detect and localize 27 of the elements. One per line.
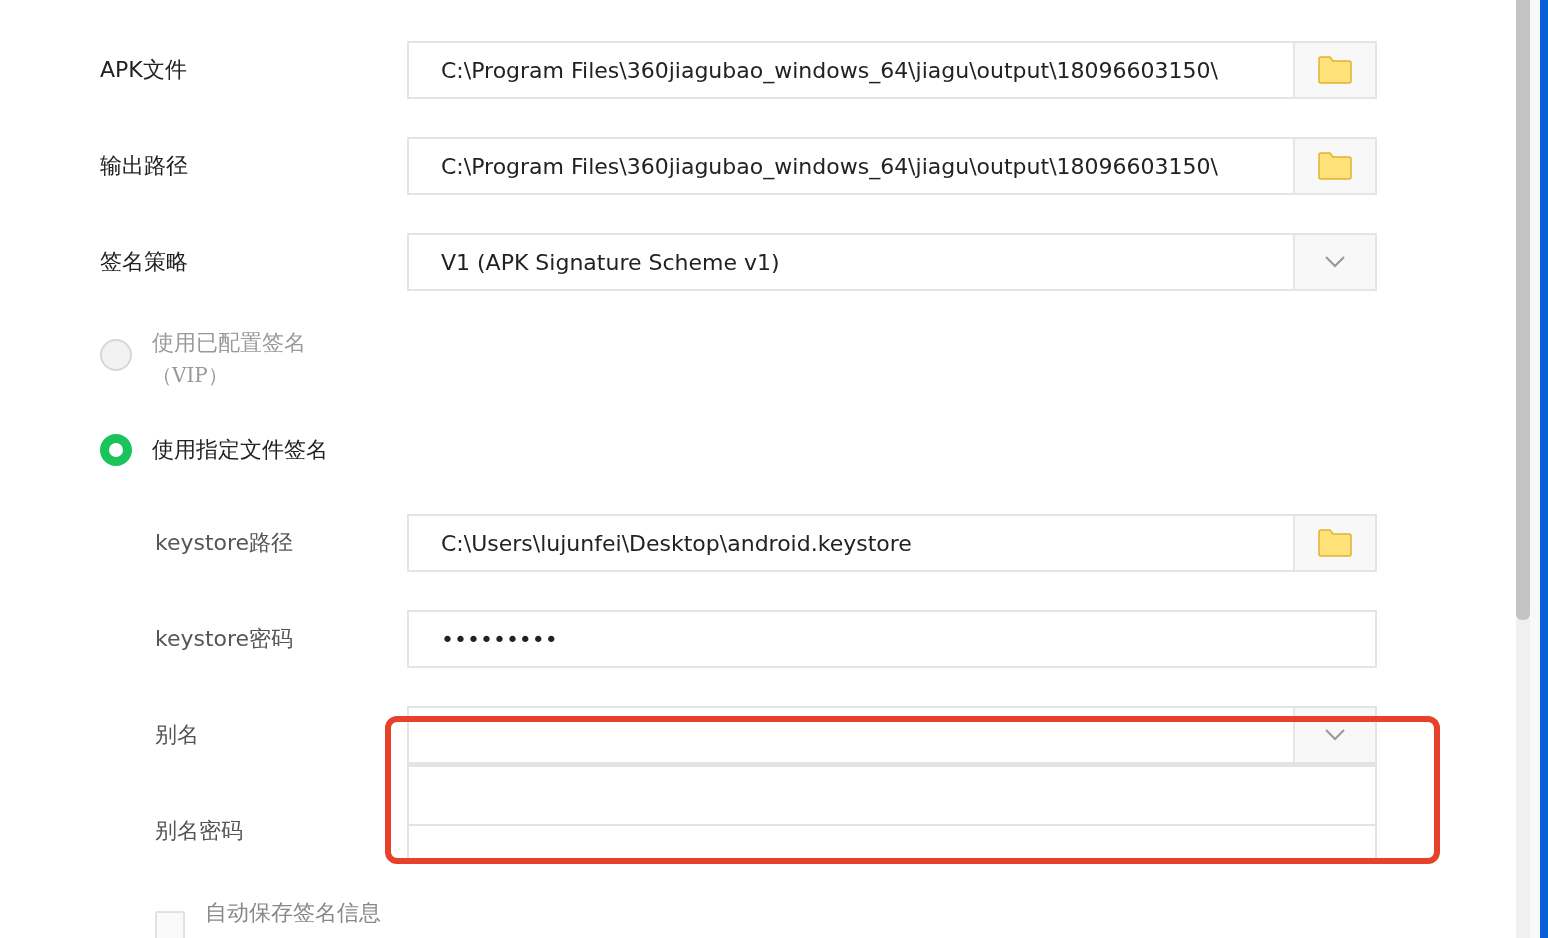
browse-button[interactable] bbox=[1293, 43, 1375, 97]
field-label: APK文件 bbox=[100, 56, 188, 84]
dropdown[interactable]: V1 (APK Signature Scheme v1) bbox=[407, 233, 1377, 291]
caret-icon bbox=[1324, 728, 1346, 742]
browse-button[interactable] bbox=[1293, 516, 1375, 570]
field-label: 别名密码 bbox=[154, 817, 244, 845]
caret-icon bbox=[1324, 255, 1346, 269]
radio-label: 使用指定文件签名 bbox=[152, 436, 328, 464]
field-label: keystore路径 bbox=[154, 529, 295, 557]
field-label: 输出路径 bbox=[100, 152, 189, 180]
radio-button[interactable] bbox=[100, 434, 132, 466]
browse-button[interactable] bbox=[1293, 139, 1375, 193]
path-field[interactable]: C:\Users\lujunfei\Desktop\android.keystore bbox=[407, 514, 1377, 572]
field-label: keystore密码 bbox=[154, 625, 295, 653]
path-field[interactable]: C:\Program Files\360jiagubao_windows_64\jiagu\output\18096603150\ bbox=[407, 41, 1377, 99]
folder-icon bbox=[1318, 529, 1352, 557]
field-label: 别名 bbox=[154, 721, 200, 749]
path-field[interactable]: C:\Program Files\360jiagubao_windows_64\jiagu\output\18096603150\ bbox=[407, 137, 1377, 195]
radio-note: （VIP） bbox=[152, 362, 229, 389]
folder-icon bbox=[1318, 56, 1352, 84]
field-label: 签名策略 bbox=[100, 248, 189, 276]
password-field[interactable]: ••••••••• bbox=[407, 610, 1377, 668]
scrollbar-thumb[interactable] bbox=[1516, 0, 1530, 620]
scrollbar[interactable] bbox=[1516, 0, 1530, 938]
folder-icon bbox=[1318, 152, 1352, 180]
radio-label: 使用已配置签名 bbox=[152, 329, 306, 357]
checkbox-label: 自动保存签名信息 bbox=[205, 899, 381, 927]
